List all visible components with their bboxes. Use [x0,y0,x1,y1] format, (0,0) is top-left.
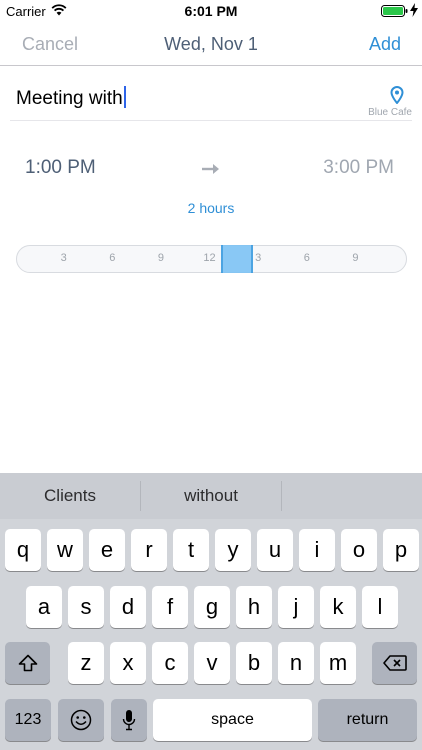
key-b[interactable]: b [236,642,272,684]
arrow-right-icon [202,164,219,174]
key-n[interactable]: n [278,642,314,684]
key-c[interactable]: c [152,642,188,684]
key-v[interactable]: v [194,642,230,684]
key-f[interactable]: f [152,586,188,628]
key-o[interactable]: o [341,529,377,571]
key-i[interactable]: i [299,529,335,571]
emoji-icon [70,709,92,731]
delete-key[interactable] [372,642,417,684]
key-a[interactable]: a [26,586,62,628]
key-y[interactable]: y [215,529,251,571]
delete-icon [382,655,407,671]
microphone-icon [122,710,136,731]
suggestion-2[interactable]: without [141,473,281,519]
start-time[interactable]: 1:00 PM [25,157,96,179]
status-bar: Carrier 6:01 PM [0,0,422,22]
shift-icon [18,654,37,672]
timeline-tick-label: 6 [109,252,116,264]
key-h[interactable]: h [236,586,272,628]
timeline-tick-label: 3 [60,252,67,264]
suggestion-1[interactable]: Clients [0,473,140,519]
time-range-selection[interactable] [220,245,254,273]
shift-key[interactable] [5,642,50,684]
event-title-input[interactable]: Meeting with [16,86,126,110]
key-q[interactable]: q [5,529,41,571]
event-title-field[interactable]: Meeting with Blue Cafe [10,76,412,121]
duration-label: 2 hours [187,200,235,216]
clock: 6:01 PM [184,3,238,19]
timeline-tick-label: 3 [255,252,262,264]
key-z[interactable]: z [68,642,104,684]
key-j[interactable]: j [278,586,314,628]
key-p[interactable]: p [383,529,419,571]
battery-icon [381,5,408,17]
suggestion-3[interactable] [282,473,422,519]
text-cursor [123,86,126,108]
key-r[interactable]: r [131,529,167,571]
key-k[interactable]: k [320,586,356,628]
key-w[interactable]: w [47,529,83,571]
keyboard: Clients without 123 space re t urn q w e r… [0,473,422,750]
key-d[interactable]: d [110,586,146,628]
key-x[interactable]: x [110,642,146,684]
add-button[interactable]: Add [369,34,401,55]
key-t[interactable]: t [173,529,209,571]
charging-icon [410,3,418,17]
numbers-key[interactable]: 123 [5,699,51,741]
navigation-bar: Cancel Wed, Nov 1 Add [0,22,422,66]
key-s[interactable]: s [68,586,104,628]
emoji-key[interactable] [58,699,104,741]
space-key[interactable]: space [153,699,312,741]
timeline-tick-label: 12 [203,252,216,264]
time-range-slider[interactable]: 3 6 9 12 3 6 9 [16,245,407,273]
location-pin-icon[interactable] [390,86,404,104]
page-title: Wed, Nov 1 [164,34,258,54]
return-key[interactable]: return [318,699,417,741]
dictation-key[interactable] [111,699,147,741]
key-u[interactable]: u [257,529,293,571]
timeline-tick-label: 9 [157,252,164,264]
suggestion-bar: Clients without [0,473,422,519]
end-time[interactable]: 3:00 PM [323,157,394,179]
key-e[interactable]: e [89,529,125,571]
event-title-text: Meeting with [16,88,123,109]
timeline-tick-label: 9 [352,252,359,264]
timeline-tick-label: 6 [303,252,310,264]
location-label[interactable]: Blue Cafe [368,107,412,118]
key-l[interactable]: l [362,586,398,628]
key-m[interactable]: m [320,642,356,684]
key-g[interactable]: g [194,586,230,628]
